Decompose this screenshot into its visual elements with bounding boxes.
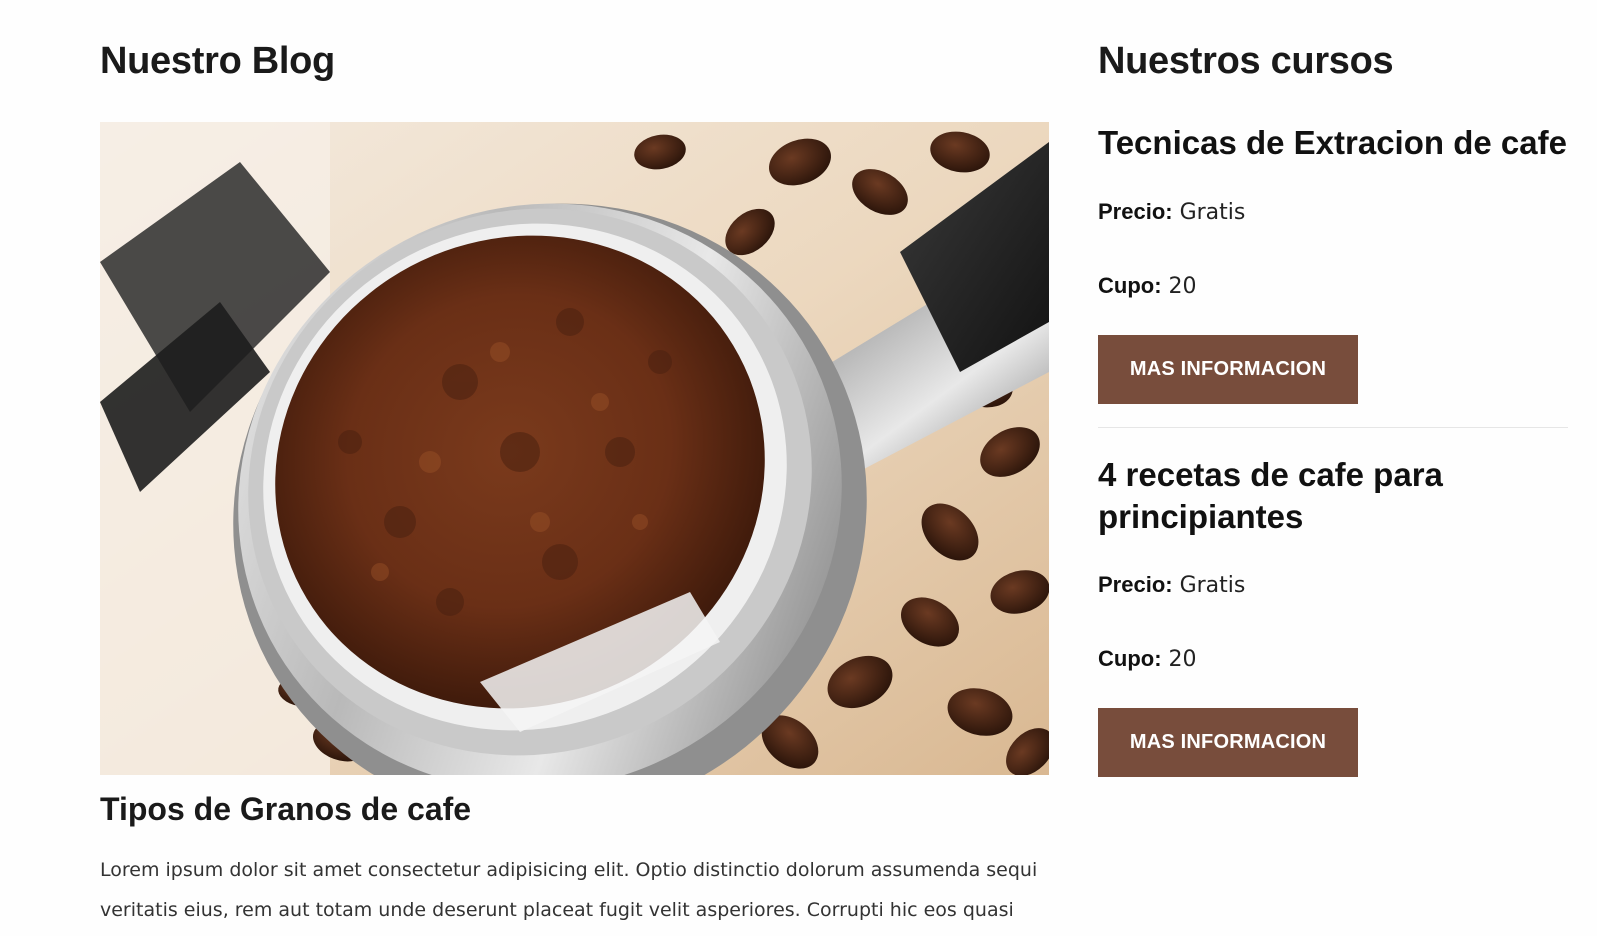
portafilter-coffee-image xyxy=(100,122,1049,775)
course-price: Precio: Gratis xyxy=(1098,571,1245,600)
capacity-value: 20 xyxy=(1168,647,1197,672)
course-capacity: Cupo: 20 xyxy=(1098,272,1197,301)
price-value: Gratis xyxy=(1179,200,1246,225)
course-card: 4 recetas de cafe para principiantes Pre… xyxy=(1098,454,1568,777)
course-divider xyxy=(1098,427,1568,428)
capacity-label: Cupo: xyxy=(1098,273,1162,298)
courses-section: Nuestros cursos Tecnicas de Extracion de… xyxy=(1098,0,1568,936)
price-label: Precio: xyxy=(1098,572,1173,597)
course-title: 4 recetas de cafe para principiantes xyxy=(1098,456,1443,535)
blog-post-title[interactable]: Tipos de Granos de cafe xyxy=(100,789,471,829)
more-info-button[interactable]: MAS INFORMACION xyxy=(1098,708,1358,777)
blog-post-image[interactable] xyxy=(100,122,1049,775)
price-value: Gratis xyxy=(1179,573,1246,598)
courses-heading: Nuestros cursos xyxy=(1098,40,1394,82)
course-price: Precio: Gratis xyxy=(1098,198,1245,227)
page: Nuestro Blog Tipos de Granos de cafe Lor… xyxy=(0,0,1597,936)
more-info-button[interactable]: MAS INFORMACION xyxy=(1098,335,1358,404)
capacity-label: Cupo: xyxy=(1098,646,1162,671)
price-label: Precio: xyxy=(1098,199,1173,224)
blog-heading: Nuestro Blog xyxy=(100,40,335,82)
course-title: Tecnicas de Extracion de cafe xyxy=(1098,124,1567,161)
blog-post-excerpt: Lorem ipsum dolor sit amet consectetur a… xyxy=(100,859,1038,921)
course-card: Tecnicas de Extracion de cafe Precio: Gr… xyxy=(1098,122,1568,404)
capacity-value: 20 xyxy=(1168,274,1197,299)
course-capacity: Cupo: 20 xyxy=(1098,645,1197,674)
